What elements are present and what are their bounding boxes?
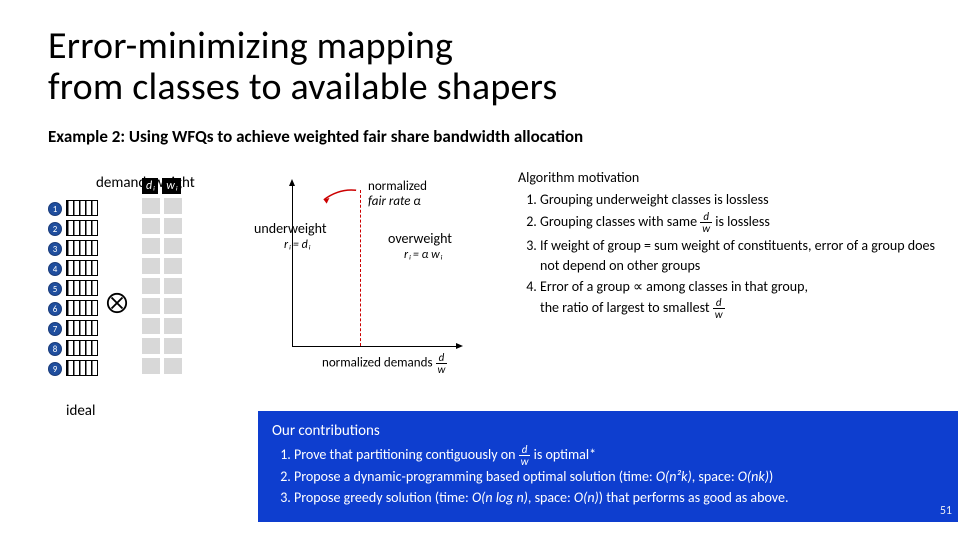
shaper-box [66,260,98,276]
shaper-box [66,240,98,256]
shaper-box [66,320,98,336]
class-circle: 8 [48,342,62,356]
dw-cell [164,238,182,254]
dw-cell [142,358,160,374]
dw-cell [142,218,160,234]
class-circle: 6 [48,302,62,316]
dw-cell [142,298,160,314]
contribution-item: Prove that partitioning contiguously on … [294,444,944,467]
dw-cell [164,218,182,234]
overweight-label: overweight [388,230,452,247]
slide-subtitle: Example 2: Using WFQs to achieve weighte… [48,126,912,147]
shaper-box [66,360,98,376]
motivation-title: Algorithm motivation [518,168,948,188]
ideal-label: ideal [66,402,95,420]
class-circle: 3 [48,242,62,256]
shaper-box [66,200,98,216]
contributions-panel: Our contributions Prove that partitionin… [258,411,958,522]
underweight-eq: rᵢ = dᵢ [284,238,310,252]
motivation-item: Error of a group ∝ among classes in that… [540,277,948,320]
delete-icon [106,292,128,314]
class-circle: 4 [48,262,62,276]
contributions-title: Our contributions [272,421,944,443]
dw-table: dᵢ wᵢ [142,178,182,374]
dw-cell [142,258,160,274]
contribution-item: Propose greedy solution (time: O(n log n… [294,488,944,508]
dw-cell [142,198,160,214]
motivation-item: If weight of group = sum weight of const… [540,236,948,275]
class-circle: 2 [48,222,62,236]
shaper-box [66,220,98,236]
dw-cell [142,238,160,254]
normalized-demands-label: normalized demands dw [322,352,447,375]
title-line2: from classes to available shapers [48,64,557,110]
fair-rate-graph: normalized fair rate α underweight rᵢ = … [228,184,458,369]
class-circle: 1 [48,202,62,216]
dw-head-d: dᵢ [142,178,158,194]
dw-cell [142,338,160,354]
contribution-item: Propose a dynamic-programming based opti… [294,467,944,487]
class-circle: 9 [48,362,62,376]
class-circle: 5 [48,282,62,296]
dw-head-w: wᵢ [162,178,181,194]
dw-cell [164,298,182,314]
title-line1: Error-minimizing mapping [48,23,453,69]
shaper-box [66,340,98,356]
motivation-item: Grouping underweight classes is lossless [540,190,948,210]
slide-title: Error-minimizing mapping from classes to… [48,26,912,108]
dw-cell [142,318,160,334]
classes-column: 123456789 dᵢ wᵢ [48,200,98,380]
motivation-item: Grouping classes with same dw is lossles… [540,211,948,234]
dw-cell [164,278,182,294]
overweight-eq: rᵢ = α wᵢ [404,248,442,262]
shaper-box [66,300,98,316]
arrow-icon [320,188,358,204]
dw-cell [164,338,182,354]
dw-cell [164,198,182,214]
page-number: 51 [940,503,952,520]
class-circle: 7 [48,322,62,336]
algorithm-motivation: Algorithm motivation Grouping underweigh… [518,168,948,322]
dw-cell [164,358,182,374]
shaper-box [66,280,98,296]
normalized-fair-rate-label: normalized fair rate α [368,180,427,210]
dw-cell [142,278,160,294]
underweight-label: underweight [254,220,327,237]
dw-cell [164,258,182,274]
dw-cell [164,318,182,334]
